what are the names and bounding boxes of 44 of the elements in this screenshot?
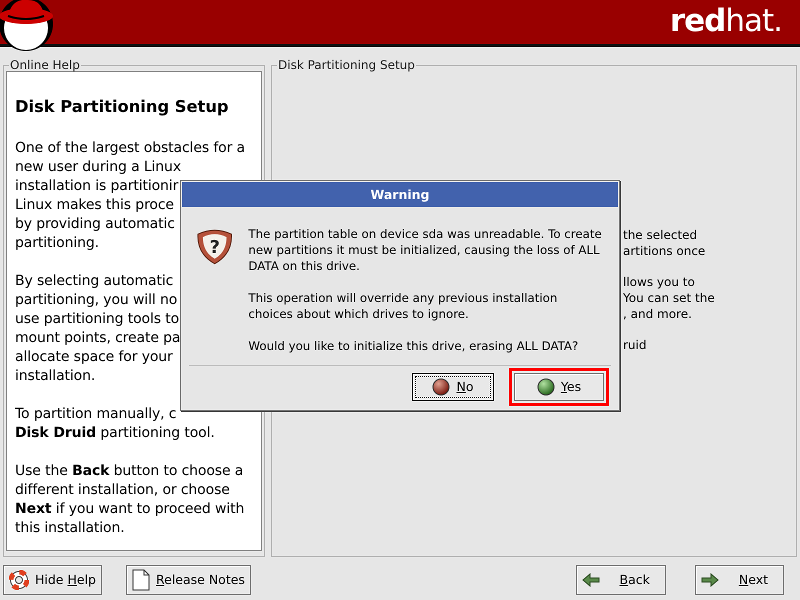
dialog-message: Would you like to initialize this drive, erasing ALL DATA? — [248, 338, 580, 354]
help-text-line: Next if you want to proceed with — [15, 500, 244, 520]
toolbar-button[interactable]: Release Notes — [126, 565, 251, 595]
help-text-line: partitioning. — [15, 234, 99, 254]
help-text-line: To partition manually, c — [15, 405, 176, 424]
setup-text-line: llows you to — [623, 274, 695, 290]
setup-text-line: You can set the — [623, 290, 715, 306]
lifebuoy-icon — [9, 570, 29, 590]
dialog-button[interactable]: Yes — [514, 373, 604, 401]
dialog-message: This operation will override any previous installation choices about which drives to ignore. — [248, 290, 558, 322]
right-arrow-icon — [700, 573, 719, 587]
dialog-message: The partition table on device sda was unreadable. To create new partitions it must be initialized, causing the loss of ALL DATA on this drive. — [248, 226, 603, 274]
toolbar-button[interactable]: Back — [576, 565, 666, 595]
toolbar-button[interactable]: Hide Help — [3, 565, 102, 595]
frame-label: Online Help — [9, 59, 81, 71]
help-text-line: installation. — [15, 367, 96, 386]
orb-icon — [536, 378, 555, 396]
dialog-button[interactable]: No — [412, 373, 494, 401]
help-text-line: installation is partitionir — [15, 177, 178, 196]
help-text-line: different installation, or choose — [15, 481, 230, 500]
help-heading: Disk Partitioning Setup — [15, 96, 230, 118]
help-text-line: Disk Druid partitioning tool. — [15, 424, 215, 444]
help-text-line: By selecting automatic — [15, 272, 174, 292]
dialog-title: Warning — [182, 182, 618, 207]
help-text-line: new user during a Linux — [15, 158, 181, 178]
help-text-line: by providing automatic — [15, 215, 175, 234]
setup-text-line: ruid — [623, 337, 646, 353]
help-text-line: partitioning, you will no — [15, 291, 178, 310]
frame-label: Disk Partitioning Setup — [277, 59, 416, 71]
help-text-line: Use the Back button to choose a — [15, 462, 244, 482]
help-text-line: One of the largest obstacles for a — [15, 139, 245, 158]
help-text-line: mount points, create pa — [15, 329, 180, 348]
setup-text-line: the selected — [623, 227, 698, 243]
help-text-line: use partitioning tools to — [15, 310, 180, 330]
help-text-line: allocate space for your — [15, 348, 173, 368]
setup-text-line: , and more. — [623, 306, 692, 322]
brand-name: redhat. — [670, 6, 782, 37]
orb-icon — [432, 378, 450, 396]
left-arrow-icon — [582, 573, 600, 587]
toolbar-button[interactable]: Next — [694, 565, 784, 595]
help-text-line: this installation. — [15, 519, 125, 538]
setup-text-line: artitions once — [623, 243, 706, 259]
document-icon — [132, 569, 150, 591]
help-text-line: Linux makes this proce — [15, 196, 174, 216]
